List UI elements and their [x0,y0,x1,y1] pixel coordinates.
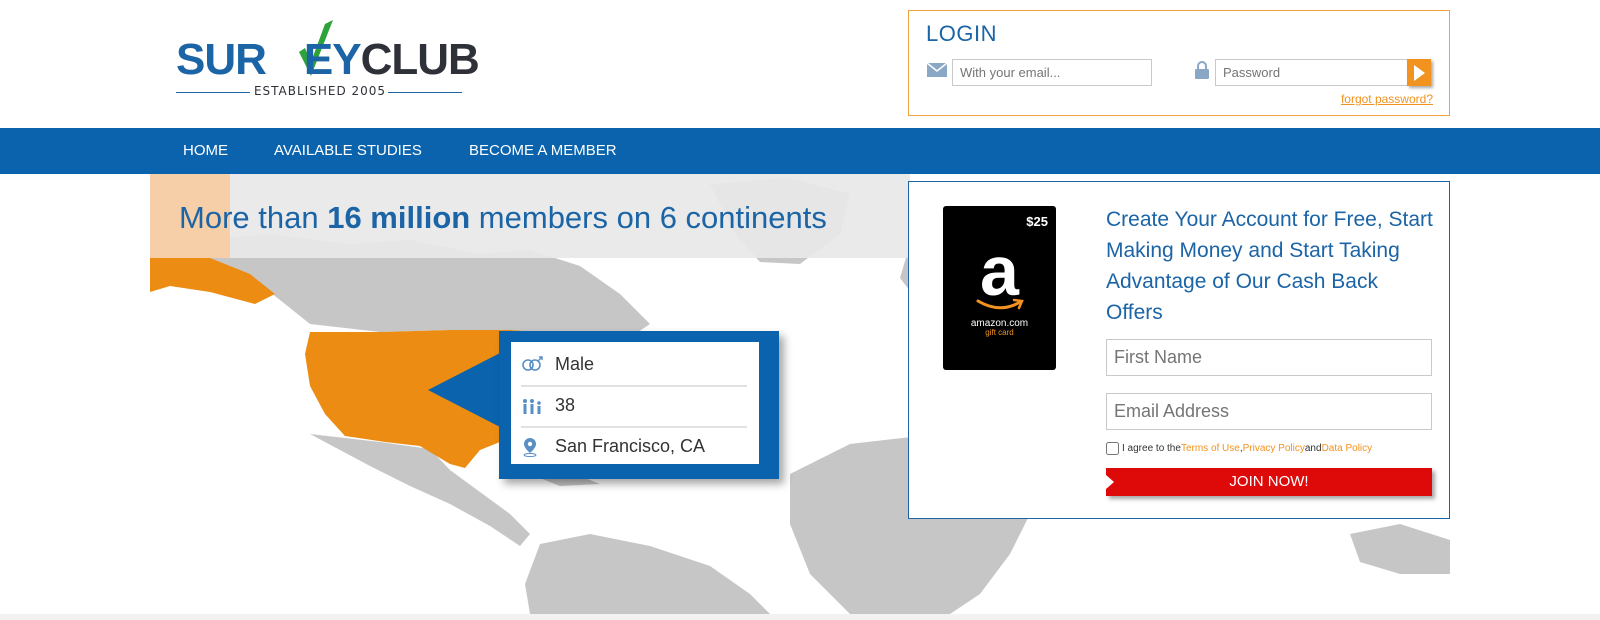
amazon-gift-card: $25 a amazon.com gift card [943,206,1056,370]
login-email-input[interactable] [952,59,1152,86]
privacy-policy-link[interactable]: Privacy Policy [1243,443,1305,454]
age-icon [521,397,555,415]
join-now-label: JOIN NOW! [1229,473,1309,490]
gift-card-amount: $25 [1026,214,1048,229]
gender-icon [521,355,555,374]
signup-heading: Create Your Account for Free, Start Maki… [1106,208,1433,324]
nav-item-become-member[interactable]: BECOME A MEMBER [469,128,617,174]
profile-gender-row: Male [521,346,747,383]
location-pin-icon [521,437,555,457]
profile-location-row: San Francisco, CA [521,428,747,465]
gift-card-subtitle: gift card [985,328,1014,337]
login-submit-button[interactable] [1407,59,1431,86]
first-name-input[interactable] [1106,339,1432,376]
join-now-button[interactable]: JOIN NOW! [1106,468,1432,496]
agree-terms: I agree to the Terms of Use , Privacy Po… [1106,442,1372,455]
login-title: LOGIN [926,21,997,46]
envelope-icon [927,63,947,77]
agree-checkbox[interactable] [1106,442,1119,455]
signup-card: $25 a amazon.com gift card Create Your A… [908,181,1450,519]
page-bottom-edge [0,614,1600,620]
nav-item-home[interactable]: HOME [183,128,228,174]
terms-of-use-link[interactable]: Terms of Use [1181,443,1240,454]
profile-gender: Male [555,354,595,374]
logo-wordmark: SUR EYCLUB [176,35,480,84]
profile-callout: Male 38 San Francisco, CA [499,331,779,479]
amazon-logo-letter: a [980,232,1019,310]
profile-card: Male 38 San Francisco, CA [511,342,759,464]
login-password-input[interactable] [1215,59,1415,86]
login-box: LOGIN forgot password? [908,10,1450,116]
agree-and: and [1304,443,1322,454]
forgot-password-link[interactable]: forgot password? [1341,92,1433,106]
arrow-right-icon [1414,64,1425,81]
main-nav: HOME AVAILABLE STUDIES BECOME A MEMBER [0,128,1600,174]
agree-prefix: I agree to the [1122,443,1181,454]
email-address-input[interactable] [1106,393,1432,430]
profile-age: 38 [555,395,576,415]
lock-icon [1195,61,1209,79]
data-policy-link[interactable]: Data Policy [1322,443,1373,454]
callout-pointer [428,353,500,427]
profile-location: San Francisco, CA [555,436,706,456]
hero-headline: More than 16 million members on 6 contin… [179,200,827,235]
profile-age-row: 38 [521,387,747,424]
nav-item-available-studies[interactable]: AVAILABLE STUDIES [274,128,422,174]
logo-established: ESTABLISHED 2005 [253,84,387,98]
site-logo[interactable]: SUR EYCLUB ESTABLISHED 2005 [176,18,480,102]
join-notch [1106,475,1114,489]
amazon-smile-icon [976,298,1024,310]
